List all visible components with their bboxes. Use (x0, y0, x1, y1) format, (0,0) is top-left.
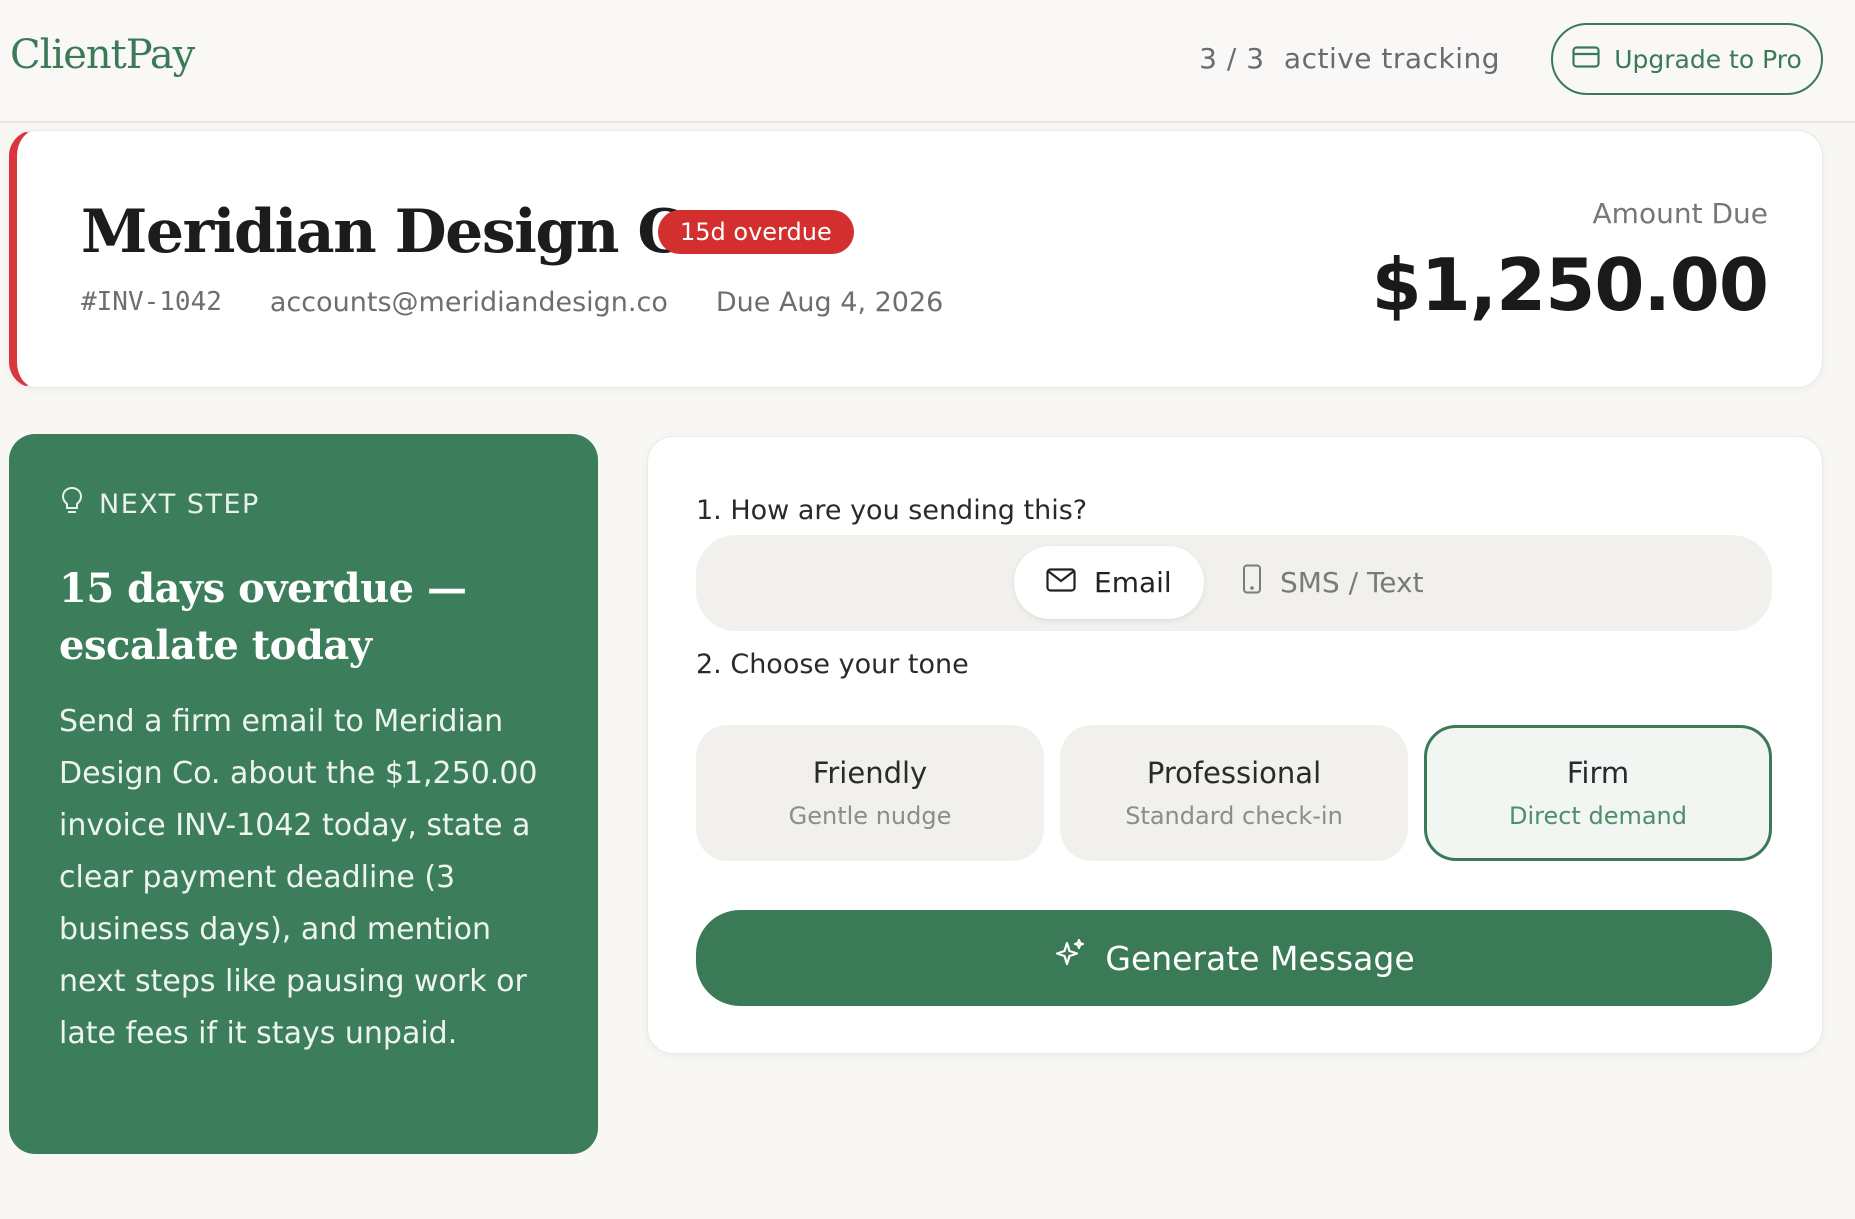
tracking-label: active tracking (1283, 42, 1500, 75)
top-bar: ClientPay 3 / 3 active tracking Upgrade … (0, 0, 1855, 123)
invoice-card: Meridian Design Co. 15d overdue #INV-104… (9, 130, 1823, 388)
next-step-panel: NEXT STEP 15 days overdue — escalate tod… (9, 434, 598, 1154)
sparkle-icon (1053, 937, 1087, 979)
credit-card-icon (1572, 45, 1600, 74)
upgrade-button[interactable]: Upgrade to Pro (1551, 23, 1823, 95)
tone-name: Firm (1566, 756, 1630, 790)
next-step-label: NEXT STEP (99, 489, 260, 520)
message-composer: 1. How are you sending this? Email SMS /… (647, 436, 1823, 1054)
invoice-number: #INV-1042 (81, 287, 222, 317)
generate-message-button[interactable]: Generate Message (696, 910, 1772, 1006)
client-name: Meridian Design Co. (81, 197, 742, 267)
next-step-header: NEXT STEP (61, 486, 260, 523)
amount-due-label: Amount Due (1592, 197, 1768, 230)
next-step-body: Send a firm email to Meridian Design Co.… (59, 704, 538, 1051)
client-email: accounts@meridiandesign.co (269, 287, 668, 318)
tone-name: Friendly (812, 756, 928, 790)
tone-question: 2. Choose your tone (696, 649, 969, 680)
channel-email-label: Email (1094, 566, 1172, 599)
tone-name: Professional (1146, 756, 1322, 790)
channel-email-option[interactable]: Email (1014, 546, 1204, 619)
tone-description: Gentle nudge (788, 802, 952, 830)
channel-selector: Email SMS / Text (696, 535, 1772, 631)
generate-label: Generate Message (1105, 938, 1415, 978)
mail-icon (1046, 566, 1076, 599)
tone-professional-option[interactable]: Professional Standard check-in (1060, 725, 1408, 861)
channel-sms-label: SMS / Text (1280, 566, 1424, 599)
next-step-title: 15 days overdue — escalate today (59, 565, 467, 669)
channel-sms-option[interactable]: SMS / Text (1210, 546, 1456, 619)
phone-icon (1242, 564, 1262, 601)
due-date: Due Aug 4, 2026 (715, 287, 944, 318)
upgrade-label: Upgrade to Pro (1614, 44, 1802, 74)
channel-question: 1. How are you sending this? (696, 495, 1088, 526)
lightbulb-icon (61, 486, 83, 523)
tone-description: Standard check-in (1125, 802, 1343, 830)
invoice-meta: #INV-1042 accounts@meridiandesign.co Due… (81, 287, 943, 318)
tone-description: Direct demand (1508, 802, 1688, 830)
tone-friendly-option[interactable]: Friendly Gentle nudge (696, 725, 1044, 861)
amount-due-value: $1,250.00 (1371, 243, 1769, 327)
tracking-status: 3 / 3 active tracking (1199, 42, 1500, 75)
tracking-count: 3 / 3 (1199, 42, 1265, 75)
app-logo[interactable]: ClientPay (10, 32, 195, 78)
overdue-badge: 15d overdue (658, 210, 854, 254)
tone-firm-option[interactable]: Firm Direct demand (1424, 725, 1772, 861)
